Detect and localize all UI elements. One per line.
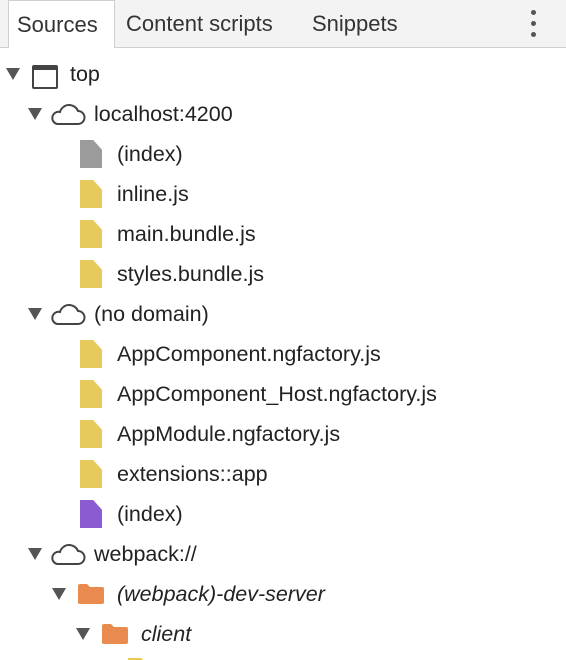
script-file-icon <box>80 180 102 208</box>
tree-file-item[interactable]: extensions::app <box>0 454 566 494</box>
tree-file-item[interactable]: styles.bundle.js <box>0 254 566 294</box>
expand-arrow-icon[interactable] <box>52 588 66 600</box>
tab-bar: Sources Content scripts Snippets <box>0 0 566 48</box>
tree-file-item[interactable]: AppComponent.ngfactory.js <box>0 334 566 374</box>
script-file-icon <box>80 460 102 488</box>
tree-folder-client[interactable]: client <box>0 614 566 654</box>
tree-file-item[interactable]: (index) <box>0 134 566 174</box>
file-name: AppComponent.ngfactory.js <box>117 342 381 366</box>
file-name: AppComponent_Host.ngfactory.js <box>117 382 437 406</box>
file-name: main.bundle.js <box>117 222 256 246</box>
script-file-icon <box>80 220 102 248</box>
script-file-icon <box>80 420 102 448</box>
kebab-menu-icon[interactable] <box>524 10 542 38</box>
tree-file-item-partial[interactable] <box>0 654 566 660</box>
expand-arrow-icon[interactable] <box>28 548 42 560</box>
file-name: AppModule.ngfactory.js <box>117 422 341 446</box>
document-file-icon <box>80 140 102 168</box>
expand-arrow-icon[interactable] <box>28 108 42 120</box>
script-file-icon <box>80 340 102 368</box>
cloud-icon <box>51 104 86 125</box>
tree-node-webpack[interactable]: webpack:// <box>0 534 566 574</box>
tree-file-item[interactable]: inline.js <box>0 174 566 214</box>
tab-snippets[interactable]: Snippets <box>312 0 398 48</box>
folder-icon <box>78 584 104 604</box>
file-name: inline.js <box>117 182 189 206</box>
tree-folder-dev-server[interactable]: (webpack)-dev-server <box>0 574 566 614</box>
tab-content-scripts[interactable]: Content scripts <box>126 0 273 48</box>
file-name: (index) <box>117 502 183 526</box>
file-name: (index) <box>117 142 183 166</box>
file-name: extensions::app <box>117 462 268 486</box>
tab-sources[interactable]: Sources <box>8 0 115 48</box>
tree-file-item[interactable]: AppComponent_Host.ngfactory.js <box>0 374 566 414</box>
tree-file-item[interactable]: main.bundle.js <box>0 214 566 254</box>
tree-node-label: (no domain) <box>94 302 209 326</box>
frame-icon <box>32 65 58 89</box>
cloud-icon <box>51 544 86 565</box>
file-name: styles.bundle.js <box>117 262 264 286</box>
tree-node-no-domain[interactable]: (no domain) <box>0 294 566 334</box>
tree-node-localhost[interactable]: localhost:4200 <box>0 94 566 134</box>
folder-icon <box>102 624 128 644</box>
expand-arrow-icon[interactable] <box>28 308 42 320</box>
cloud-icon <box>51 304 86 325</box>
tree-node-top[interactable]: top <box>0 54 566 94</box>
folder-name: client <box>141 622 192 646</box>
extension-file-icon <box>80 500 102 528</box>
tree-node-label: localhost:4200 <box>94 102 233 126</box>
tree-file-item[interactable]: AppModule.ngfactory.js <box>0 414 566 454</box>
script-file-icon <box>80 260 102 288</box>
expand-arrow-icon[interactable] <box>6 68 20 80</box>
tree-file-item[interactable]: (index) <box>0 494 566 534</box>
tree-node-label: webpack:// <box>94 542 197 566</box>
script-file-icon <box>80 380 102 408</box>
tree-node-label: top <box>70 62 100 86</box>
folder-name: (webpack)-dev-server <box>117 582 325 606</box>
expand-arrow-icon[interactable] <box>76 628 90 640</box>
